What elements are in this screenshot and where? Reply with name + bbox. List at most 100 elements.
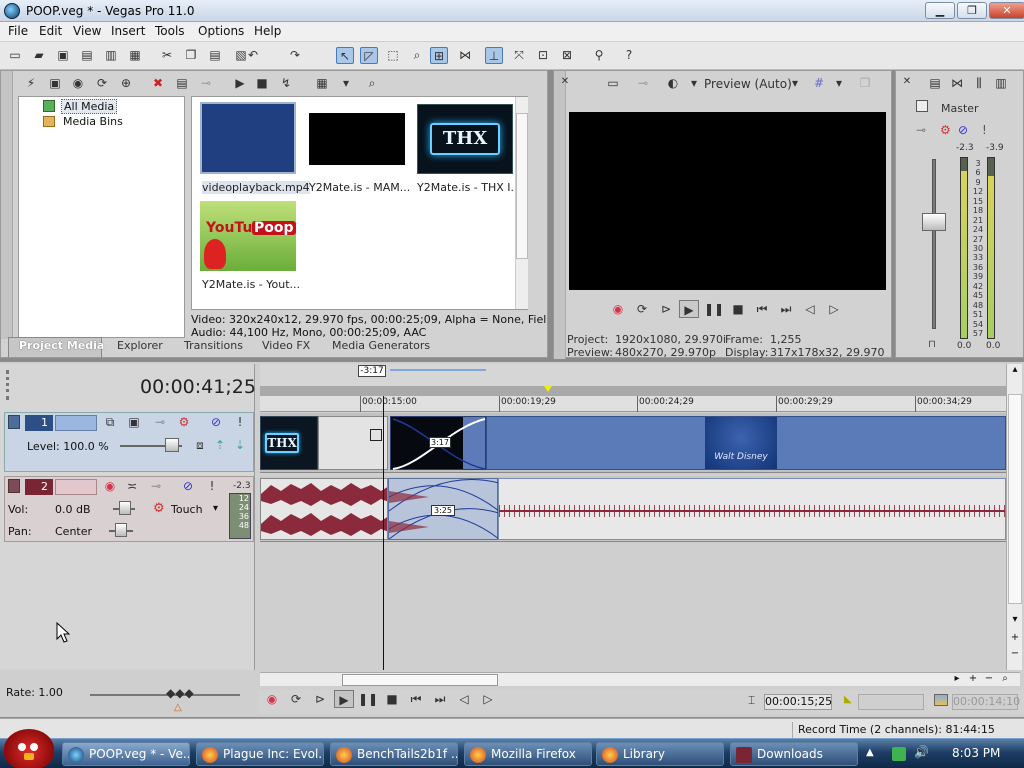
video-compositing-icon[interactable]: ▣	[125, 414, 143, 431]
remove-media-icon[interactable]: ✖	[149, 75, 167, 92]
go-to-end-icon[interactable]: ⏭	[776, 300, 796, 318]
audio-envelope-icon[interactable]: ≍	[123, 478, 141, 495]
menu-edit[interactable]: Edit	[39, 24, 62, 38]
panel-grip[interactable]	[1, 71, 13, 339]
media-properties-icon[interactable]: ▤	[173, 75, 191, 92]
cursor-position-field[interactable]: 00:00:15;25	[764, 694, 832, 710]
zoom-out-horizontal-icon[interactable]: −	[982, 673, 996, 686]
scroll-down-icon[interactable]: ▾	[1008, 614, 1022, 628]
minimize-button[interactable]: ▁	[925, 2, 955, 19]
mixer-properties-icon[interactable]: ▥	[992, 75, 1010, 92]
play-icon[interactable]: ▶	[679, 300, 699, 318]
marker-flag-icon[interactable]	[544, 386, 552, 392]
help-pointer-icon[interactable]: ?	[620, 47, 638, 64]
views-dropdown-icon[interactable]: ▾	[337, 75, 355, 92]
video-track-motion-icon[interactable]: ⧉	[101, 414, 119, 431]
playhead-cursor[interactable]	[383, 396, 384, 670]
media-thumb-youtube-poop[interactable]: YouTube Poop	[200, 201, 296, 271]
scroll-right-icon[interactable]: ▸	[950, 673, 964, 686]
menu-tools[interactable]: Tools	[155, 24, 185, 38]
audio-vol-slider-handle[interactable]	[119, 501, 131, 515]
taskbar-item-benchtails[interactable]: BenchTails2b1f ...	[330, 742, 458, 766]
tray-show-hidden-icon[interactable]: ▲	[866, 747, 874, 758]
get-media-web-icon[interactable]: ◉	[69, 75, 87, 92]
audio-track-minimize-icon[interactable]	[8, 479, 20, 493]
media-scroll-thumb[interactable]	[516, 113, 528, 259]
media-list-scrollbar[interactable]	[515, 97, 528, 309]
mixer-lock-faders-icon[interactable]: ⫼	[970, 75, 988, 92]
new-project-icon[interactable]: ▭	[6, 47, 24, 64]
timeline-go-start-icon[interactable]: ⏮	[406, 690, 426, 708]
zoom-in-horizontal-icon[interactable]: +	[966, 673, 980, 686]
timeline-next-frame-icon[interactable]: ▷	[478, 690, 498, 708]
audio-track-fx-icon[interactable]: ⊸	[147, 478, 165, 495]
refresh-icon[interactable]: ⟳	[93, 75, 111, 92]
tree-item-all-media[interactable]: All Media	[61, 99, 118, 114]
quality-dropdown-icon[interactable]: ▾	[786, 75, 804, 92]
media-fx-icon[interactable]: ⊸	[197, 75, 215, 92]
video-output-fx-icon[interactable]: ⊸	[634, 75, 652, 92]
audio-pan-slider-handle[interactable]	[115, 523, 127, 537]
arm-record-icon[interactable]: ◉	[101, 478, 119, 495]
menu-view[interactable]: View	[73, 24, 101, 38]
preview-quality-select[interactable]: Preview (Auto)	[704, 77, 792, 91]
timeline-horizontal-scrollbar[interactable]: ▸ + − ⌕	[260, 672, 1020, 686]
timeline-go-end-icon[interactable]: ⏭	[430, 690, 450, 708]
master-fx-icon[interactable]: ⊸	[916, 123, 926, 137]
video-event-thx[interactable]: THX	[260, 416, 318, 470]
open-icon[interactable]: ▰	[30, 47, 48, 64]
master-solo-icon[interactable]: !	[982, 123, 987, 137]
zoom-out-vertical-icon[interactable]: −	[1008, 648, 1022, 662]
redo-icon[interactable]: ↷	[286, 47, 304, 64]
video-make-parent-icon[interactable]: ⇡	[211, 437, 229, 454]
tray-clock[interactable]: 8:03 PM	[952, 746, 1000, 760]
audio-event-crossfade[interactable]: 3:25	[388, 478, 500, 540]
split-dropdown-icon[interactable]: ▾	[685, 75, 703, 92]
scroll-up-icon[interactable]: ▴	[1008, 364, 1022, 378]
video-track-name-field[interactable]	[55, 415, 97, 431]
what-is-this-icon[interactable]: ⚲	[590, 47, 608, 64]
timeline-prev-frame-icon[interactable]: ◁	[454, 690, 474, 708]
tray-volume-icon[interactable]: 🔊	[914, 745, 929, 759]
render-as-icon[interactable]: ▥	[102, 47, 120, 64]
tab-media-generators[interactable]: Media Generators	[332, 339, 430, 352]
video-level-slider-handle[interactable]	[165, 438, 179, 452]
track-list-grip[interactable]	[6, 370, 14, 400]
start-preview-icon[interactable]: ▶	[231, 75, 249, 92]
play-from-start-icon[interactable]: ⊳	[656, 300, 676, 318]
media-thumb-mam[interactable]	[309, 113, 405, 165]
undo-icon[interactable]: ↶	[244, 47, 262, 64]
event-crop-icon[interactable]	[370, 429, 382, 441]
tab-transitions[interactable]: Transitions	[184, 339, 243, 352]
pause-icon[interactable]: ❚❚	[704, 300, 724, 318]
tab-project-media[interactable]: Project Media	[19, 339, 104, 352]
close-button[interactable]: ✕	[989, 2, 1024, 19]
maximize-button[interactable]: ❐	[957, 2, 987, 19]
automation-settings-icon[interactable]: ⚙	[153, 501, 165, 516]
selection-tool-icon[interactable]: ⬚	[384, 47, 402, 64]
web-icon[interactable]: ⊕	[117, 75, 135, 92]
automation-mode[interactable]: Touch	[171, 503, 203, 516]
master-fx-settings-icon[interactable]: ⚙	[940, 123, 951, 137]
timeline-pause-icon[interactable]: ❚❚	[358, 690, 378, 708]
stop-icon[interactable]: ■	[728, 300, 748, 318]
audio-event-1[interactable]	[260, 478, 388, 540]
copy-snapshot-icon[interactable]: ❐	[856, 75, 874, 92]
selection-start-field[interactable]	[858, 694, 924, 710]
taskbar-item-library[interactable]: Library	[596, 742, 724, 766]
stop-preview-icon[interactable]: ■	[253, 75, 271, 92]
properties-icon[interactable]: ▦	[126, 47, 144, 64]
selection-length-field[interactable]: 00:00:14;10	[952, 694, 1020, 710]
save-as-icon[interactable]: ▤	[78, 47, 96, 64]
search-icon[interactable]: ⌕	[363, 75, 381, 92]
video-track-settings-icon[interactable]: ⚙	[175, 414, 193, 431]
master-mute-icon[interactable]: ⊘	[958, 123, 968, 137]
timeline-stop-icon[interactable]: ■	[382, 690, 402, 708]
video-event-main[interactable]: Walt Disney	[486, 416, 1006, 470]
menu-file[interactable]: File	[8, 24, 28, 38]
video-composite-mode-icon[interactable]: ⧈	[191, 437, 209, 454]
tab-video-fx[interactable]: Video FX	[262, 339, 310, 352]
tray-network-icon[interactable]	[892, 747, 906, 761]
zoom-tool-icon[interactable]: ⌕	[408, 47, 426, 64]
ignore-grouping-icon[interactable]: ⊠	[558, 47, 576, 64]
